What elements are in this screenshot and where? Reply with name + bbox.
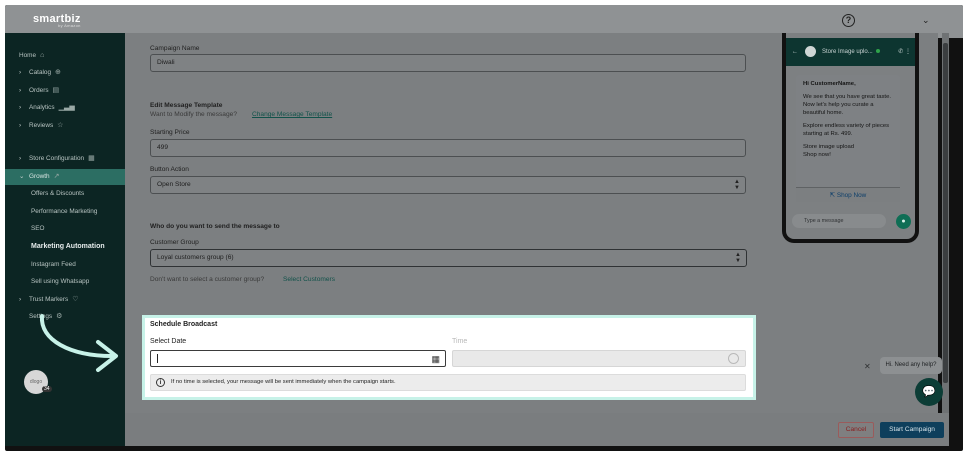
annotation-arrow (39, 314, 118, 372)
